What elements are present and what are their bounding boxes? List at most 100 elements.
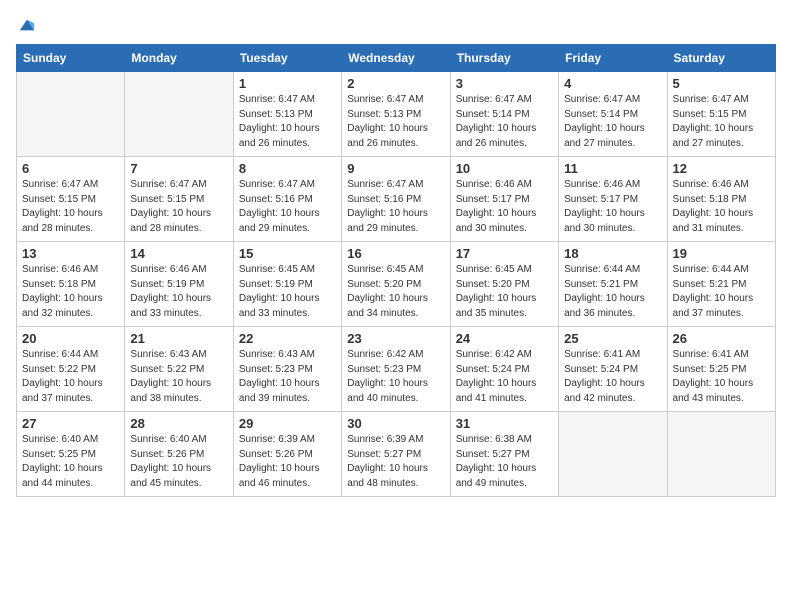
calendar-cell: 28 Sunrise: 6:40 AMSunset: 5:26 PMDayligh… — [125, 412, 233, 497]
day-number: 2 — [347, 76, 444, 91]
weekday-header-sunday: Sunday — [17, 45, 125, 72]
day-number: 18 — [564, 246, 661, 261]
calendar-cell: 8Sunrise: 6:47 AMSunset: 5:16 PMDaylight… — [233, 157, 341, 242]
day-number: 11 — [564, 161, 661, 176]
calendar-cell: 18 Sunrise: 6:44 AMSunset: 5:21 PMDayligh… — [559, 242, 667, 327]
day-info: Sunrise: 6:43 AMSunset: 5:22 PMDaylight:… — [130, 348, 227, 406]
day-number: 3 — [456, 76, 553, 91]
day-info: Sunrise: 6:47 AMSunset: 5:14 PMDaylight:… — [564, 93, 661, 151]
calendar-week-3: 13 Sunrise: 6:46 AMSunset: 5:18 PMDayligh… — [17, 242, 776, 327]
day-number: 12 — [673, 161, 770, 176]
calendar-cell: 23 Sunrise: 6:42 AMSunset: 5:23 PMDayligh… — [342, 327, 450, 412]
calendar-cell: 25Sunrise: 6:41 AMSunset: 5:24 PMDayligh… — [559, 327, 667, 412]
calendar-cell: 5Sunrise: 6:47 AMSunset: 5:15 PMDaylight… — [667, 72, 775, 157]
calendar-cell: 10Sunrise: 6:46 AMSunset: 5:17 PMDayligh… — [450, 157, 558, 242]
day-number: 9 — [347, 161, 444, 176]
day-info: Sunrise: 6:47 AMSunset: 5:16 PMDaylight:… — [239, 178, 336, 236]
calendar-cell: 13 Sunrise: 6:46 AMSunset: 5:18 PMDayligh… — [17, 242, 125, 327]
day-number: 4 — [564, 76, 661, 91]
day-number: 5 — [673, 76, 770, 91]
calendar-week-5: 27 Sunrise: 6:40 AMSunset: 5:25 PMDayligh… — [17, 412, 776, 497]
day-number: 6 — [22, 161, 119, 176]
calendar-cell: 9 Sunrise: 6:47 AMSunset: 5:16 PMDaylight… — [342, 157, 450, 242]
day-number: 30 — [347, 416, 444, 431]
day-info: Sunrise: 6:41 AMSunset: 5:25 PMDaylight:… — [673, 348, 770, 406]
day-info: Sunrise: 6:47 AMSunset: 5:15 PMDaylight:… — [130, 178, 227, 236]
calendar-cell: 4 Sunrise: 6:47 AMSunset: 5:14 PMDaylight… — [559, 72, 667, 157]
day-info: Sunrise: 6:40 AMSunset: 5:26 PMDaylight:… — [130, 433, 227, 491]
day-info: Sunrise: 6:42 AMSunset: 5:23 PMDaylight:… — [347, 348, 444, 406]
calendar-table: SundayMondayTuesdayWednesdayThursdayFrid… — [16, 44, 776, 497]
calendar-cell: 29 Sunrise: 6:39 AMSunset: 5:26 PMDayligh… — [233, 412, 341, 497]
day-info: Sunrise: 6:44 AMSunset: 5:21 PMDaylight:… — [673, 263, 770, 321]
day-info: Sunrise: 6:44 AMSunset: 5:22 PMDaylight:… — [22, 348, 119, 406]
day-number: 23 — [347, 331, 444, 346]
calendar-cell: 3 Sunrise: 6:47 AMSunset: 5:14 PMDaylight… — [450, 72, 558, 157]
day-number: 19 — [673, 246, 770, 261]
day-number: 7 — [130, 161, 227, 176]
day-info: Sunrise: 6:42 AMSunset: 5:24 PMDaylight:… — [456, 348, 553, 406]
calendar-cell: 12 Sunrise: 6:46 AMSunset: 5:18 PMDayligh… — [667, 157, 775, 242]
day-info: Sunrise: 6:47 AMSunset: 5:14 PMDaylight:… — [456, 93, 553, 151]
day-number: 27 — [22, 416, 119, 431]
day-info: Sunrise: 6:46 AMSunset: 5:17 PMDaylight:… — [456, 178, 553, 236]
calendar-cell: 1 Sunrise: 6:47 AMSunset: 5:13 PMDaylight… — [233, 72, 341, 157]
calendar-cell — [559, 412, 667, 497]
day-info: Sunrise: 6:47 AMSunset: 5:15 PMDaylight:… — [22, 178, 119, 236]
day-info: Sunrise: 6:39 AMSunset: 5:27 PMDaylight:… — [347, 433, 444, 491]
calendar-cell: 30 Sunrise: 6:39 AMSunset: 5:27 PMDayligh… — [342, 412, 450, 497]
calendar-cell: 14 Sunrise: 6:46 AMSunset: 5:19 PMDayligh… — [125, 242, 233, 327]
day-info: Sunrise: 6:45 AMSunset: 5:20 PMDaylight:… — [347, 263, 444, 321]
calendar-cell: 27 Sunrise: 6:40 AMSunset: 5:25 PMDayligh… — [17, 412, 125, 497]
calendar-cell: 31Sunrise: 6:38 AMSunset: 5:27 PMDayligh… — [450, 412, 558, 497]
weekday-header-wednesday: Wednesday — [342, 45, 450, 72]
weekday-header-thursday: Thursday — [450, 45, 558, 72]
day-info: Sunrise: 6:39 AMSunset: 5:26 PMDaylight:… — [239, 433, 336, 491]
logo-icon — [18, 16, 36, 34]
weekday-header-friday: Friday — [559, 45, 667, 72]
day-number: 1 — [239, 76, 336, 91]
calendar-cell: 16 Sunrise: 6:45 AMSunset: 5:20 PMDayligh… — [342, 242, 450, 327]
day-number: 24 — [456, 331, 553, 346]
day-info: Sunrise: 6:46 AMSunset: 5:19 PMDaylight:… — [130, 263, 227, 321]
day-info: Sunrise: 6:45 AMSunset: 5:20 PMDaylight:… — [456, 263, 553, 321]
calendar-week-2: 6 Sunrise: 6:47 AMSunset: 5:15 PMDaylight… — [17, 157, 776, 242]
day-info: Sunrise: 6:47 AMSunset: 5:13 PMDaylight:… — [239, 93, 336, 151]
day-info: Sunrise: 6:46 AMSunset: 5:17 PMDaylight:… — [564, 178, 661, 236]
day-number: 13 — [22, 246, 119, 261]
calendar-header-row: SundayMondayTuesdayWednesdayThursdayFrid… — [17, 45, 776, 72]
calendar-cell — [667, 412, 775, 497]
calendar-cell — [125, 72, 233, 157]
weekday-header-tuesday: Tuesday — [233, 45, 341, 72]
day-info: Sunrise: 6:46 AMSunset: 5:18 PMDaylight:… — [673, 178, 770, 236]
calendar-cell: 19 Sunrise: 6:44 AMSunset: 5:21 PMDayligh… — [667, 242, 775, 327]
calendar-cell: 24 Sunrise: 6:42 AMSunset: 5:24 PMDayligh… — [450, 327, 558, 412]
calendar-cell: 22Sunrise: 6:43 AMSunset: 5:23 PMDayligh… — [233, 327, 341, 412]
day-info: Sunrise: 6:43 AMSunset: 5:23 PMDaylight:… — [239, 348, 336, 406]
day-number: 20 — [22, 331, 119, 346]
page-header — [16, 16, 776, 36]
calendar-cell: 6 Sunrise: 6:47 AMSunset: 5:15 PMDaylight… — [17, 157, 125, 242]
day-number: 16 — [347, 246, 444, 261]
day-number: 28 — [130, 416, 227, 431]
day-number: 21 — [130, 331, 227, 346]
day-number: 14 — [130, 246, 227, 261]
calendar-week-1: 1 Sunrise: 6:47 AMSunset: 5:13 PMDaylight… — [17, 72, 776, 157]
calendar-cell: 2Sunrise: 6:47 AMSunset: 5:13 PMDaylight… — [342, 72, 450, 157]
calendar-cell: 11 Sunrise: 6:46 AMSunset: 5:17 PMDayligh… — [559, 157, 667, 242]
day-number: 25 — [564, 331, 661, 346]
weekday-header-saturday: Saturday — [667, 45, 775, 72]
day-number: 29 — [239, 416, 336, 431]
day-info: Sunrise: 6:38 AMSunset: 5:27 PMDaylight:… — [456, 433, 553, 491]
calendar-cell: 17Sunrise: 6:45 AMSunset: 5:20 PMDayligh… — [450, 242, 558, 327]
day-info: Sunrise: 6:46 AMSunset: 5:18 PMDaylight:… — [22, 263, 119, 321]
calendar-cell: 15 Sunrise: 6:45 AMSunset: 5:19 PMDayligh… — [233, 242, 341, 327]
calendar-week-4: 20 Sunrise: 6:44 AMSunset: 5:22 PMDayligh… — [17, 327, 776, 412]
day-info: Sunrise: 6:47 AMSunset: 5:16 PMDaylight:… — [347, 178, 444, 236]
day-info: Sunrise: 6:44 AMSunset: 5:21 PMDaylight:… — [564, 263, 661, 321]
calendar-cell: 21 Sunrise: 6:43 AMSunset: 5:22 PMDayligh… — [125, 327, 233, 412]
day-info: Sunrise: 6:45 AMSunset: 5:19 PMDaylight:… — [239, 263, 336, 321]
day-info: Sunrise: 6:40 AMSunset: 5:25 PMDaylight:… — [22, 433, 119, 491]
day-number: 15 — [239, 246, 336, 261]
calendar-cell: 26Sunrise: 6:41 AMSunset: 5:25 PMDayligh… — [667, 327, 775, 412]
